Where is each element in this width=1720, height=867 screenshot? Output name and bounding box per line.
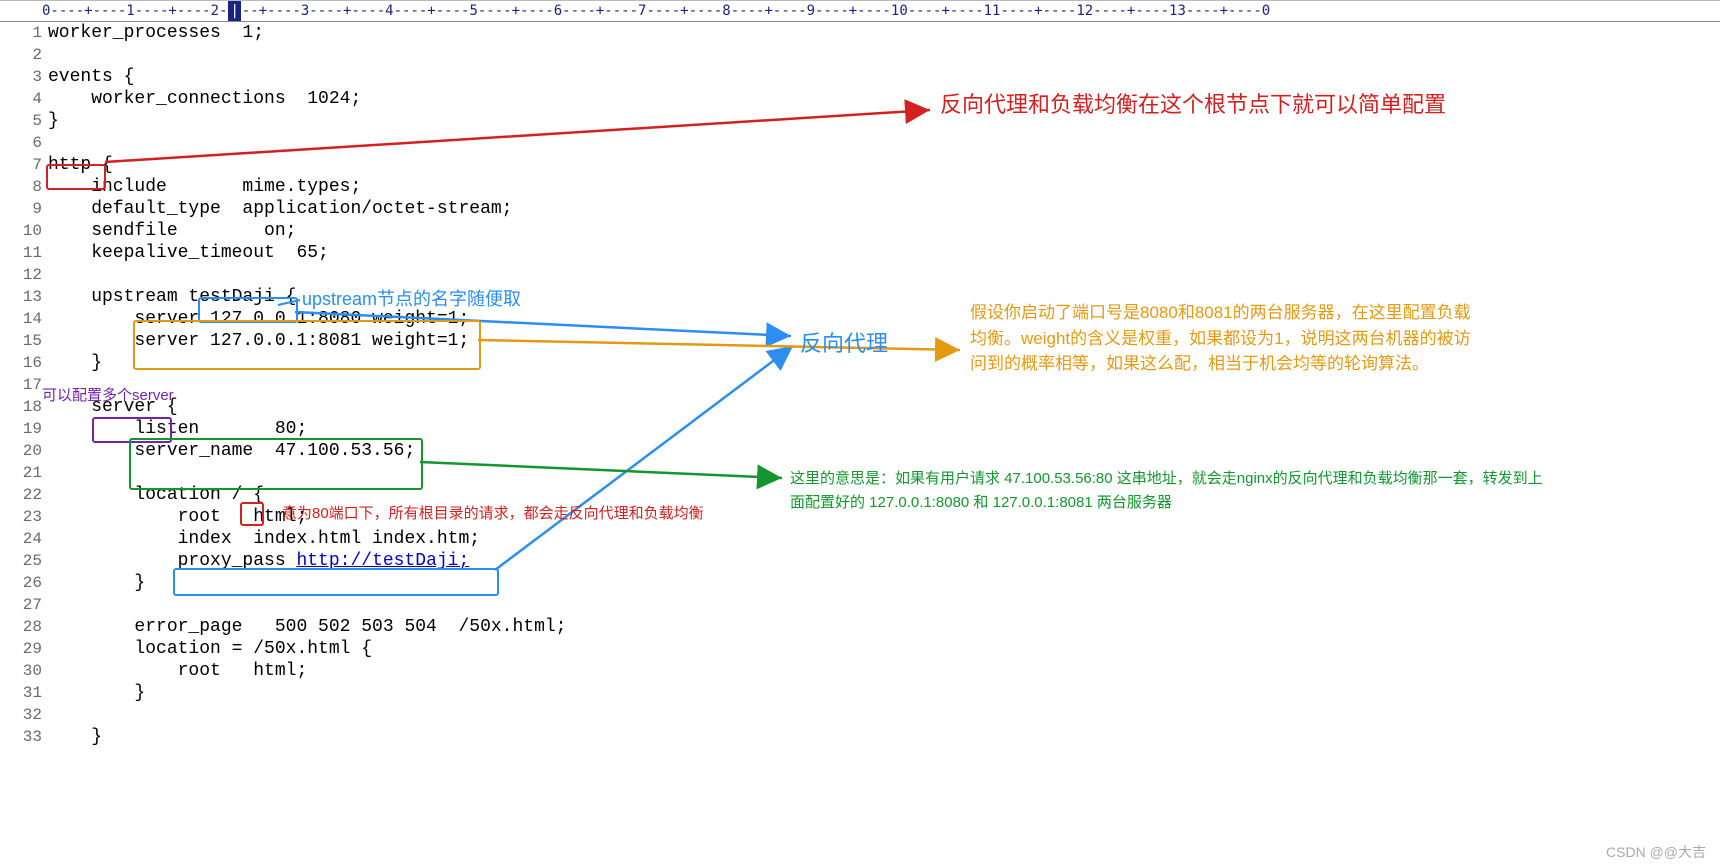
code-text: } xyxy=(48,110,1720,132)
line-number: 15 xyxy=(0,330,48,352)
code-line: 17 xyxy=(0,374,1720,396)
code-line: 2 xyxy=(0,44,1720,66)
line-number: 2 xyxy=(0,44,48,66)
line-number: 11 xyxy=(0,242,48,264)
code-line: 24 index index.html index.htm; xyxy=(0,528,1720,550)
line-number: 28 xyxy=(0,616,48,638)
line-number: 3 xyxy=(0,66,48,88)
code-text: include mime.types; xyxy=(48,176,1720,198)
box-location-slash xyxy=(240,502,264,526)
line-number: 16 xyxy=(0,352,48,374)
line-number: 21 xyxy=(0,462,48,484)
code-line: 31 } xyxy=(0,682,1720,704)
ruler: 0----+----1----+----2-|--+----3----+----… xyxy=(0,0,1720,22)
code-line: 3events { xyxy=(0,66,1720,88)
code-text: location = /50x.html { xyxy=(48,638,1720,660)
code-text: http { xyxy=(48,154,1720,176)
code-text: listen 80; xyxy=(48,418,1720,440)
line-number: 26 xyxy=(0,572,48,594)
line-number: 18 xyxy=(0,396,48,418)
line-number: 14 xyxy=(0,308,48,330)
code-line: 30 root html; xyxy=(0,660,1720,682)
line-number: 5 xyxy=(0,110,48,132)
code-line: 12 xyxy=(0,264,1720,286)
note-server-explain: 这里的意思是：如果有用户请求 47.100.53.56:80 这串地址，就会走n… xyxy=(790,467,1550,515)
code-line: 9 default_type application/octet-stream; xyxy=(0,198,1720,220)
box-upstream-servers xyxy=(133,320,481,370)
line-number: 9 xyxy=(0,198,48,220)
line-number: 1 xyxy=(0,22,48,44)
line-number: 10 xyxy=(0,220,48,242)
code-line: 19 listen 80; xyxy=(0,418,1720,440)
code-text: default_type application/octet-stream; xyxy=(48,198,1720,220)
code-line: 8 include mime.types; xyxy=(0,176,1720,198)
code-line: 7http { xyxy=(0,154,1720,176)
code-text: events { xyxy=(48,66,1720,88)
code-text: } xyxy=(48,682,1720,704)
code-text: sendfile on; xyxy=(48,220,1720,242)
code-text xyxy=(48,44,1720,66)
code-line: 4 worker_connections 1024; xyxy=(0,88,1720,110)
line-number: 31 xyxy=(0,682,48,704)
line-number: 19 xyxy=(0,418,48,440)
box-http-keyword xyxy=(46,164,106,190)
note-http-root: 反向代理和负载均衡在这个根节点下就可以简单配置 xyxy=(940,90,1446,120)
code-text: worker_connections 1024; xyxy=(48,88,1720,110)
line-number: 8 xyxy=(0,176,48,198)
note-location-explain: 意为80端口下，所有根目录的请求，都会走反向代理和负载均衡 xyxy=(282,502,704,523)
line-number: 25 xyxy=(0,550,48,572)
code-text xyxy=(48,374,1720,396)
line-number: 17 xyxy=(0,374,48,396)
code-text xyxy=(48,132,1720,154)
watermark: CSDN @@大吉 xyxy=(1606,842,1706,862)
line-number: 30 xyxy=(0,660,48,682)
code-text: worker_processes 1; xyxy=(48,22,1720,44)
code-text xyxy=(48,594,1720,616)
code-line: 33 } xyxy=(0,726,1720,748)
line-number: 20 xyxy=(0,440,48,462)
line-number: 7 xyxy=(0,154,48,176)
note-reverse-proxy: 反向代理 xyxy=(800,326,888,358)
line-number: 22 xyxy=(0,484,48,506)
code-line: 10 sendfile on; xyxy=(0,220,1720,242)
note-upstream-name: upstream节点的名字随便取 xyxy=(302,285,521,311)
line-number: 27 xyxy=(0,594,48,616)
box-proxy-pass xyxy=(173,568,499,596)
code-text: root html; xyxy=(48,660,1720,682)
box-server-block xyxy=(129,438,423,490)
code-line: 1worker_processes 1; xyxy=(0,22,1720,44)
line-number: 33 xyxy=(0,726,48,748)
code-line: 5} xyxy=(0,110,1720,132)
code-line: 6 xyxy=(0,132,1720,154)
code-line: 11 keepalive_timeout 65; xyxy=(0,242,1720,264)
editor: 1worker_processes 1;23events {4 worker_c… xyxy=(0,22,1720,748)
line-number: 6 xyxy=(0,132,48,154)
code-text: index index.html index.htm; xyxy=(48,528,1720,550)
code-line: 18 server { xyxy=(0,396,1720,418)
line-number: 29 xyxy=(0,638,48,660)
line-number: 24 xyxy=(0,528,48,550)
line-number: 32 xyxy=(0,704,48,726)
code-text: error_page 500 502 503 504 /50x.html; xyxy=(48,616,1720,638)
ruler-caret: | xyxy=(228,1,240,21)
code-line: 28 error_page 500 502 503 504 /50x.html; xyxy=(0,616,1720,638)
line-number: 23 xyxy=(0,506,48,528)
note-upstream-explain: 假设你启动了端口号是8080和8081的两台服务器，在这里配置负载均衡。weig… xyxy=(970,300,1480,377)
line-number: 12 xyxy=(0,264,48,286)
line-number: 4 xyxy=(0,88,48,110)
code-line: 27 xyxy=(0,594,1720,616)
code-line: 32 xyxy=(0,704,1720,726)
line-number: 13 xyxy=(0,286,48,308)
note-multiple-server: 可以配置多个server xyxy=(42,384,174,405)
code-line: 29 location = /50x.html { xyxy=(0,638,1720,660)
code-text: } xyxy=(48,726,1720,748)
code-text xyxy=(48,264,1720,286)
code-text xyxy=(48,704,1720,726)
code-text: server { xyxy=(48,396,1720,418)
code-text: keepalive_timeout 65; xyxy=(48,242,1720,264)
